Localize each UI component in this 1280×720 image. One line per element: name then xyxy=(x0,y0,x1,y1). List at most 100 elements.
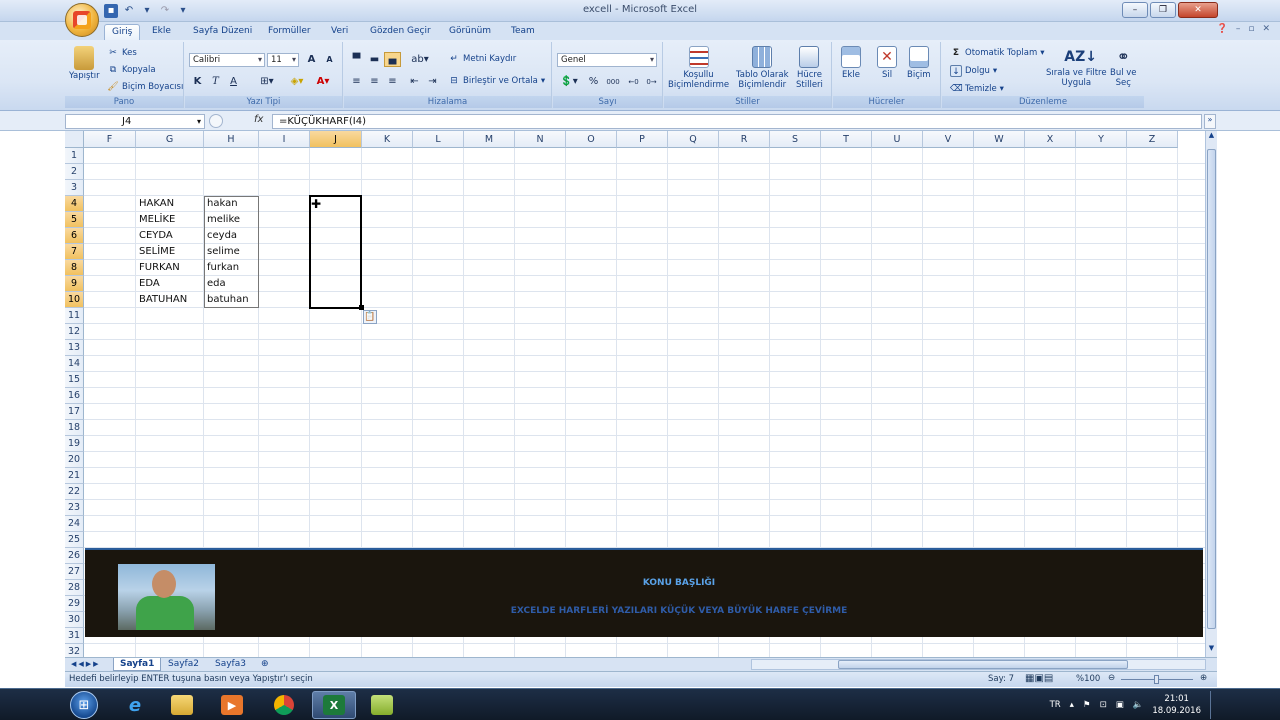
row-header-26[interactable]: 26 xyxy=(65,548,84,564)
cell-styles-button[interactable]: Hücre Stilleri xyxy=(796,46,823,90)
borders-icon[interactable]: ⊞▾ xyxy=(255,74,279,89)
zoom-level[interactable]: %100 xyxy=(1076,674,1100,684)
column-header-v[interactable]: V xyxy=(923,131,974,148)
row-header-24[interactable]: 24 xyxy=(65,516,84,532)
column-header-n[interactable]: N xyxy=(515,131,566,148)
vertical-scroll-thumb[interactable] xyxy=(1207,149,1216,629)
sheet-tab-sayfa2[interactable]: Sayfa2 xyxy=(162,658,205,671)
column-header-i[interactable]: I xyxy=(259,131,310,148)
new-sheet-icon[interactable]: ⊕ xyxy=(255,658,275,671)
taskbar-notes[interactable] xyxy=(360,691,404,719)
column-header-p[interactable]: P xyxy=(617,131,668,148)
currency-icon[interactable]: 💲▾ xyxy=(557,74,581,89)
row-header-19[interactable]: 19 xyxy=(65,436,84,452)
column-header-j[interactable]: J xyxy=(310,131,362,148)
scroll-up-icon[interactable]: ▲ xyxy=(1206,131,1217,145)
percent-button[interactable]: % xyxy=(585,74,602,89)
zoom-slider-thumb[interactable] xyxy=(1154,675,1159,684)
row-header-16[interactable]: 16 xyxy=(65,388,84,404)
row-header-2[interactable]: 2 xyxy=(65,164,84,180)
wrap-text-button[interactable]: ↵ Metni Kaydır xyxy=(448,53,516,65)
cell-g9[interactable]: EDA xyxy=(136,276,204,292)
column-header-r[interactable]: R xyxy=(719,131,770,148)
help-icon[interactable]: ❓ xyxy=(1217,24,1228,34)
underline-button[interactable]: A xyxy=(225,74,242,89)
volume-icon[interactable]: 🔈 xyxy=(1133,700,1144,710)
network-icon[interactable]: ⊡ xyxy=(1100,700,1107,710)
taskbar-media[interactable]: ▶ xyxy=(210,691,254,719)
column-header-k[interactable]: K xyxy=(362,131,413,148)
row-header-18[interactable]: 18 xyxy=(65,420,84,436)
copy-button[interactable]: ⧉ Kopyala xyxy=(107,64,156,76)
autosum-button[interactable]: Σ Otomatik Toplam ▾ xyxy=(950,47,1045,59)
tab-gozden-gecir[interactable]: Gözden Geçir xyxy=(363,24,438,40)
row-header-6[interactable]: 6 xyxy=(65,228,84,244)
tab-giris[interactable]: Giriş xyxy=(104,24,141,40)
row-header-20[interactable]: 20 xyxy=(65,452,84,468)
row-header-12[interactable]: 12 xyxy=(65,324,84,340)
worksheet-grid[interactable]: FGHIJKLMNOPQRSTUVWXYZ 1 2 3 4 5 6 7 8 9 10 11 12 13 1… xyxy=(65,131,1205,658)
column-header-y[interactable]: Y xyxy=(1076,131,1127,148)
taskbar-excel[interactable]: X xyxy=(312,691,356,719)
cell-g10[interactable]: BATUHAN xyxy=(136,292,204,308)
cell-g7[interactable]: SELİME xyxy=(136,244,204,260)
column-header-w[interactable]: W xyxy=(974,131,1025,148)
fill-button[interactable]: ↓ Dolgu ▾ xyxy=(950,65,997,77)
format-painter-button[interactable]: 🖌 Biçim Boyacısı xyxy=(107,81,183,93)
row-header-4[interactable]: 4 xyxy=(65,196,84,212)
ribbon-minimize-icon[interactable]: – xyxy=(1236,24,1241,34)
ribbon-close-icon[interactable]: ✕ xyxy=(1262,24,1270,34)
bold-button[interactable]: K xyxy=(189,74,206,89)
row-header-11[interactable]: 11 xyxy=(65,308,84,324)
align-top-icon[interactable]: ▀ xyxy=(348,52,365,67)
increase-indent-icon[interactable]: ⇥ xyxy=(424,74,441,89)
column-header-x[interactable]: X xyxy=(1025,131,1076,148)
monitor-icon[interactable]: ▣ xyxy=(1116,700,1124,710)
formula-input[interactable]: =KÜÇÜKHARF(I4) xyxy=(272,114,1202,129)
clear-button[interactable]: ⌫ Temizle ▾ xyxy=(950,83,1004,95)
font-color-icon[interactable]: A▾ xyxy=(311,74,335,89)
column-header-z[interactable]: Z xyxy=(1127,131,1178,148)
row-header-23[interactable]: 23 xyxy=(65,500,84,516)
italic-button[interactable]: T xyxy=(207,74,224,89)
format-cells-button[interactable]: Biçim xyxy=(907,46,931,80)
delete-cells-button[interactable]: ✕ Sil xyxy=(877,46,897,80)
row-header-17[interactable]: 17 xyxy=(65,404,84,420)
font-family-select[interactable]: Calibri xyxy=(189,53,265,67)
column-header-s[interactable]: S xyxy=(770,131,821,148)
tab-sayfa-duzeni[interactable]: Sayfa Düzeni xyxy=(186,24,259,40)
row-header-13[interactable]: 13 xyxy=(65,340,84,356)
formula-bar-dots-icon[interactable] xyxy=(209,114,223,128)
row-header-25[interactable]: 25 xyxy=(65,532,84,548)
row-header-1[interactable]: 1 xyxy=(65,148,84,164)
number-format-select[interactable]: Genel xyxy=(557,53,657,67)
horizontal-scrollbar[interactable] xyxy=(751,659,1206,670)
row-header-28[interactable]: 28 xyxy=(65,580,84,596)
paste-button[interactable]: Yapıştır xyxy=(69,46,100,81)
row-header-30[interactable]: 30 xyxy=(65,612,84,628)
sort-filter-button[interactable]: AZ↓ Sırala ve Filtre Uygula xyxy=(1046,46,1107,88)
row-header-21[interactable]: 21 xyxy=(65,468,84,484)
sheet-nav-icons[interactable]: ◀◀▶▶ xyxy=(65,658,107,671)
start-button[interactable]: ⊞ xyxy=(66,689,102,720)
paste-options-icon[interactable]: 📋 xyxy=(363,310,377,324)
row-header-10[interactable]: 10 xyxy=(65,292,84,308)
taskbar-chrome[interactable] xyxy=(262,691,306,719)
cell-g6[interactable]: CEYDA xyxy=(136,228,204,244)
horizontal-scroll-thumb[interactable] xyxy=(838,660,1128,669)
view-buttons-icon[interactable]: ▦▣▤ xyxy=(1025,673,1053,684)
row-header-32[interactable]: 32 xyxy=(65,644,84,658)
sheet-tab-sayfa1[interactable]: Sayfa1 xyxy=(113,658,162,671)
tab-team[interactable]: Team xyxy=(504,24,542,40)
column-header-f[interactable]: F xyxy=(84,131,136,148)
office-button[interactable] xyxy=(65,3,99,37)
row-header-27[interactable]: 27 xyxy=(65,564,84,580)
column-header-g[interactable]: G xyxy=(136,131,204,148)
format-as-table-button[interactable]: Tablo Olarak Biçimlendir xyxy=(736,46,789,90)
selected-range[interactable] xyxy=(309,195,362,309)
increase-decimal-icon[interactable]: ←0 xyxy=(625,74,642,89)
column-header-m[interactable]: M xyxy=(464,131,515,148)
align-left-icon[interactable]: ≡ xyxy=(348,74,365,89)
font-size-select[interactable]: 11 xyxy=(267,53,299,67)
row-header-8[interactable]: 8 xyxy=(65,260,84,276)
